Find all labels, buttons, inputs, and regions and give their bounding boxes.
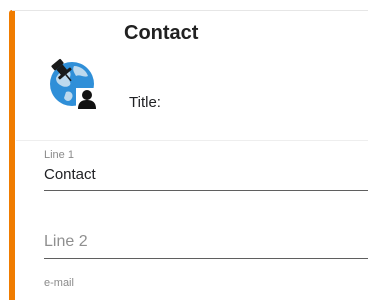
section-divider [16,140,368,141]
line2-underline [44,258,368,259]
globe-pushpin-contact-icon [44,56,100,112]
line2-field[interactable]: Line 2 [44,232,368,259]
email-label: e-mail [44,277,74,289]
line1-underline [44,190,368,191]
email-field[interactable]: e-mail [44,277,368,290]
card-accent-bar [9,10,15,300]
line1-field[interactable]: Line 1 Contact [44,149,368,191]
title-label: Title: [129,94,161,111]
line1-value[interactable]: Contact [44,166,368,184]
card-title: Contact [124,22,199,44]
card-top-border [12,10,368,11]
line2-placeholder[interactable]: Line 2 [44,232,368,252]
line1-label: Line 1 [44,149,74,161]
